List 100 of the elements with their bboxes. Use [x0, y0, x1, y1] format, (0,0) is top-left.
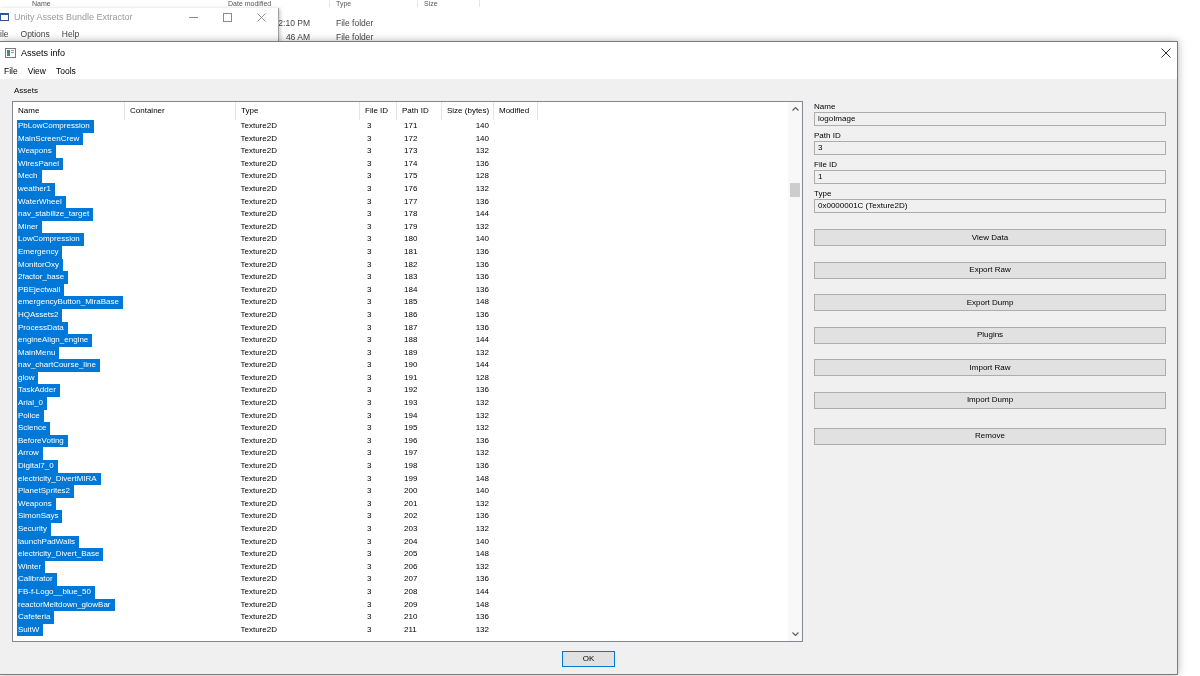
asset-name[interactable]: PbLowCompression	[16, 120, 94, 133]
asset-name[interactable]: FB-f-Logo__blue_50	[16, 585, 95, 599]
action-button[interactable]: Import Dump	[814, 391, 1166, 409]
table-cell-text: Texture2D	[239, 384, 278, 397]
ok-button[interactable]: OK	[562, 651, 615, 667]
table-cell-text: 136	[474, 321, 490, 334]
table-cell-text: Texture2D	[239, 371, 278, 384]
action-button[interactable]: View Data	[814, 229, 1166, 246]
asset-name[interactable]: weather1	[16, 182, 55, 196]
action-button[interactable]: Remove	[814, 427, 1166, 445]
asset-name[interactable]: Science	[16, 422, 51, 435]
close-button[interactable]	[1161, 47, 1171, 58]
table-cell-text: 132	[474, 182, 490, 195]
action-button[interactable]: Import Raw	[814, 359, 1166, 376]
table-cell-text: Texture2D	[239, 535, 278, 548]
table-cell-text: Texture2D	[239, 359, 278, 372]
asset-name[interactable]: nav_chartCourse_line	[16, 359, 100, 372]
menu-item[interactable]: Options	[20, 27, 50, 40]
table-cell-text: 3	[366, 170, 373, 183]
asset-name[interactable]: Cafeteria	[16, 611, 55, 624]
table-cell-text: 136	[474, 283, 490, 296]
text-field[interactable]: 1	[814, 170, 1166, 184]
asset-name[interactable]: LowCompression	[16, 233, 84, 246]
asset-name[interactable]: Security	[16, 523, 51, 536]
close-icon	[256, 12, 266, 22]
asset-name[interactable]: electricity_DivertMIRA	[16, 472, 101, 486]
table-cell-text: 3	[366, 321, 373, 334]
window-icon	[0, 13, 9, 21]
table-cell-text: Texture2D	[239, 195, 278, 208]
asset-name[interactable]: Mech	[16, 170, 42, 183]
asset-name[interactable]: 2factor_base	[16, 271, 69, 284]
table-cell-text: 207	[403, 573, 419, 586]
asset-name[interactable]: Arrow	[16, 447, 43, 461]
table-cell-text: 3	[366, 535, 373, 548]
asset-name[interactable]: Calibrator	[16, 573, 57, 586]
table-cell-text: 144	[474, 334, 490, 347]
table-cell-text: 3	[366, 371, 373, 384]
table-cell-text: 190	[403, 359, 419, 372]
table-cell-text: 132	[474, 346, 490, 359]
field-label: File ID	[814, 160, 838, 169]
table-cell-text: 148	[474, 598, 490, 611]
field-label: Type	[814, 189, 832, 198]
asset-name[interactable]: SimonSays	[16, 510, 63, 523]
table-cell-text: 202	[403, 510, 419, 523]
table-cell-text: 195	[403, 422, 419, 435]
menu-item[interactable]: File	[4, 65, 18, 77]
asset-name[interactable]: emergencyButton_MiraBase	[16, 296, 123, 309]
text-field[interactable]: logoImage	[814, 112, 1166, 126]
action-button[interactable]: Export Raw	[814, 261, 1166, 279]
asset-name[interactable]: Arial_0	[16, 397, 47, 410]
table-cell-text: Texture2D	[239, 258, 278, 271]
menu-item[interactable]: ile	[0, 27, 9, 40]
table-cell-text: 3	[366, 397, 373, 410]
scrollbar[interactable]	[788, 102, 802, 641]
column-header[interactable]: File ID	[360, 102, 397, 120]
asset-name[interactable]: BeforeVoting	[16, 434, 68, 448]
table-cell-text: 3	[366, 409, 373, 422]
text-field[interactable]: 3	[814, 141, 1166, 155]
asset-name[interactable]: Digital7_0	[16, 460, 58, 473]
asset-name[interactable]: launchPadWalls	[16, 535, 80, 549]
table-cell-text: 132	[474, 447, 490, 460]
menu-item[interactable]: Tools	[56, 65, 76, 77]
table-cell-text: 136	[474, 157, 490, 170]
table-cell-text: 3	[366, 611, 373, 624]
column-header[interactable]: Modified	[494, 102, 538, 120]
table-cell-text: 197	[403, 447, 419, 460]
table-cell-text: 196	[403, 434, 419, 447]
action-button[interactable]: Plugins	[814, 326, 1166, 344]
action-button[interactable]: Export Dump	[814, 294, 1166, 311]
table-cell-text: 3	[366, 447, 373, 460]
table-cell-text: 174	[403, 157, 419, 170]
column-header[interactable]: Size (bytes)	[442, 102, 494, 120]
table-cell-text: 140	[474, 535, 490, 548]
table-cell-text: 180	[403, 233, 419, 246]
text-field[interactable]: 0x0000001C (Texture2D)	[814, 199, 1166, 213]
column-header[interactable]: Type	[236, 102, 360, 120]
table-cell-text: Texture2D	[239, 283, 278, 296]
table-cell-text: 3	[366, 573, 373, 586]
table-cell-text: 203	[403, 523, 419, 535]
table-cell-text: 3	[366, 145, 373, 158]
scrollbar-thumb[interactable]	[790, 183, 800, 197]
column-header[interactable]: Path ID	[397, 102, 442, 120]
table-cell-text: Texture2D	[239, 157, 278, 170]
table-cell-text: 136	[474, 434, 490, 447]
table-cell-text: 173	[403, 145, 419, 158]
asset-name[interactable]: TaskAdder	[16, 384, 60, 398]
column-header[interactable]: Container	[125, 102, 236, 120]
table-cell-text: 210	[403, 611, 419, 624]
asset-name[interactable]: PlanetSprites2	[16, 485, 75, 498]
asset-name[interactable]: engineAlign_engine	[16, 334, 93, 347]
menu-item[interactable]: View	[27, 65, 46, 77]
menu-item[interactable]: Help	[61, 27, 80, 40]
table-cell-text: 201	[403, 497, 419, 510]
asset-name[interactable]: Weapons	[16, 145, 56, 158]
table-cell-text: 136	[474, 384, 490, 397]
table-cell-text: 132	[474, 560, 490, 573]
asset-name[interactable]: nav_stabilize_target	[16, 208, 94, 221]
table-cell-text: 205	[403, 548, 419, 561]
asset-name[interactable]: electricity_Divert_Base	[16, 548, 104, 561]
group-label: Assets	[14, 86, 38, 95]
